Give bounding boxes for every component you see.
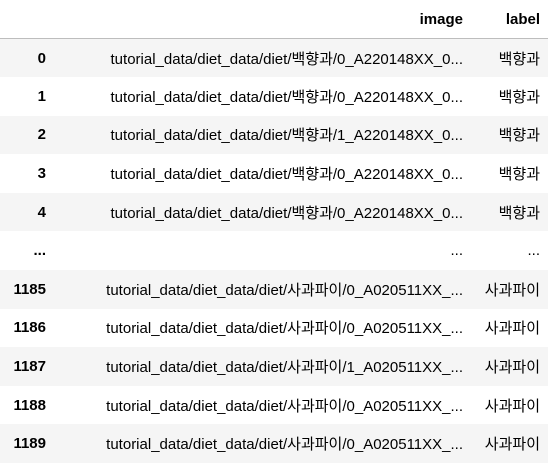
row-index: 1189: [13, 435, 46, 453]
cell-label: 백향과: [498, 204, 540, 222]
cell-label: 사과파이: [484, 281, 540, 299]
column-header-image: image: [54, 0, 471, 39]
row-index: 1: [37, 87, 46, 105]
cell-image: tutorial_data/diet_data/diet/백향과/0_A2201…: [110, 50, 463, 68]
table-row: 1 tutorial_data/diet_data/diet/백향과/0_A220…: [0, 77, 548, 116]
cell-image: tutorial_data/diet_data/diet/백향과/0_A2201…: [110, 204, 463, 222]
table-row: 4 tutorial_data/diet_data/diet/백향과/0_A220…: [0, 192, 548, 232]
cell-image: tutorial_data/diet_data/diet/사과파이/1_A020…: [106, 359, 463, 377]
dataframe-table: image label 0 tutorial_data/diet_data/die…: [0, 0, 548, 463]
cell-label: 사과파이: [484, 436, 540, 454]
table-row: 2 tutorial_data/diet_data/diet/백향과/1_A220…: [0, 115, 548, 155]
cell-image: tutorial_data/diet_data/diet/백향과/0_A2201…: [110, 166, 463, 184]
table-row: 1186 tutorial_data/diet_data/diet/사과파이/0_…: [0, 308, 548, 348]
table-body: 0 tutorial_data/diet_data/diet/백향과/0_A220…: [0, 38, 548, 463]
row-index: 2: [37, 126, 46, 144]
row-index: 4: [37, 203, 46, 221]
cell-image: tutorial_data/diet_data/diet/사과파이/0_A020…: [106, 281, 463, 299]
table-header: image label: [0, 0, 548, 39]
header-row: image label: [0, 0, 548, 39]
cell-label: 사과파이: [484, 320, 540, 338]
row-index: 1187: [13, 358, 46, 376]
row-index: 1188: [13, 396, 46, 414]
cell-image: tutorial_data/diet_data/diet/백향과/0_A2201…: [110, 88, 463, 106]
cell-label: 백향과: [498, 88, 540, 106]
table-row: 1189 tutorial_data/diet_data/diet/사과파이/0_…: [0, 424, 548, 463]
cell-image: tutorial_data/diet_data/diet/사과파이/0_A020…: [106, 320, 463, 338]
row-index: 3: [37, 165, 46, 183]
cell-image: ...: [450, 242, 463, 260]
table-row: .........: [0, 231, 548, 271]
row-index: ...: [33, 242, 46, 260]
row-index: 0: [37, 49, 46, 67]
row-index: 1186: [13, 319, 46, 337]
table-row: 1188 tutorial_data/diet_data/diet/사과파이/0_…: [0, 385, 548, 425]
cell-label: 사과파이: [484, 397, 540, 415]
cell-image: tutorial_data/diet_data/diet/사과파이/0_A020…: [106, 436, 463, 454]
index-header: [0, 0, 54, 39]
table-row: 1185 tutorial_data/diet_data/diet/사과파이/0_…: [0, 270, 548, 309]
cell-label: 백향과: [498, 127, 540, 145]
table-row: 0 tutorial_data/diet_data/diet/백향과/0_A220…: [0, 38, 548, 78]
cell-label: 백향과: [498, 50, 540, 68]
row-index: 1185: [13, 280, 46, 298]
cell-label: 백향과: [498, 166, 540, 184]
table-row: 1187 tutorial_data/diet_data/diet/사과파이/1_…: [0, 347, 548, 386]
cell-image: tutorial_data/diet_data/diet/사과파이/0_A020…: [106, 397, 463, 415]
cell-label: 사과파이: [484, 359, 540, 377]
column-header-label: label: [471, 0, 548, 39]
cell-label: ...: [527, 242, 540, 260]
cell-image: tutorial_data/diet_data/diet/백향과/1_A2201…: [110, 127, 463, 145]
table-row: 3 tutorial_data/diet_data/diet/백향과/0_A220…: [0, 154, 548, 193]
